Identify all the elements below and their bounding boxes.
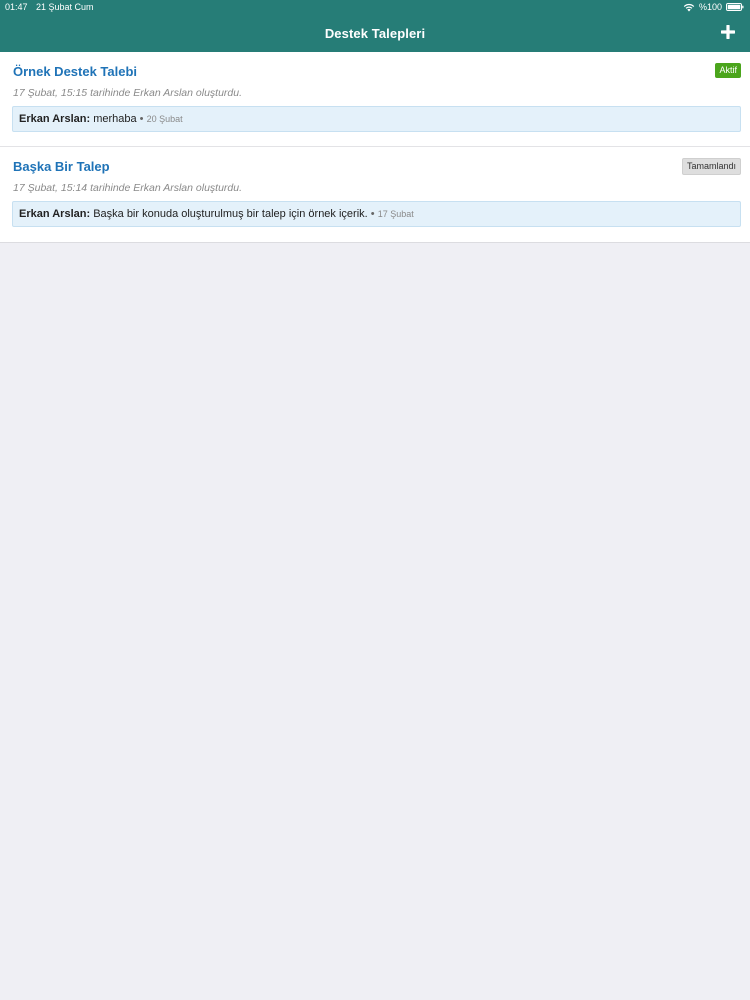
status-badge: Aktif [715,63,741,78]
status-bar: 01:47 21 Şubat Cum %100 [0,0,750,14]
wifi-icon [683,3,695,11]
last-message: Erkan Arslan: Başka bir konuda oluşturul… [12,201,741,227]
status-time: 01:47 [5,2,28,12]
status-date: 21 Şubat Cum [36,2,94,12]
plus-icon[interactable] [718,22,738,42]
ticket-row[interactable]: Örnek Destek Talebi Aktif 17 Şubat, 15:1… [0,52,750,147]
message-date: 17 Şubat [377,209,414,219]
ticket-list: Örnek Destek Talebi Aktif 17 Şubat, 15:1… [0,52,750,243]
status-right: %100 [683,2,744,12]
page-title: Destek Talepleri [324,26,426,41]
message-text: Başka bir konuda oluşturulmuş bir talep … [93,208,368,220]
ticket-meta: 17 Şubat, 15:14 tarihinde Erkan Arslan o… [13,182,243,194]
ticket-title[interactable]: Örnek Destek Talebi [13,64,137,79]
message-author: Erkan Arslan: [19,208,91,220]
message-text: merhaba [93,113,137,125]
battery-icon [726,3,744,11]
navigation-bar: 01:47 21 Şubat Cum %100 Destek Talepleri [0,0,750,52]
ticket-row[interactable]: Başka Bir Talep Tamamlandı 17 Şubat, 15:… [0,147,750,242]
status-badge: Tamamlandı [681,158,741,175]
battery-percent: %100 [698,2,722,12]
ticket-meta: 17 Şubat, 15:15 tarihinde Erkan Arslan o… [13,87,243,99]
message-date: 20 Şubat [146,114,183,124]
message-separator: • [370,208,375,220]
message-separator: • [139,113,144,125]
ticket-title[interactable]: Başka Bir Talep [13,159,110,174]
message-author: Erkan Arslan: [19,113,91,125]
last-message: Erkan Arslan: merhaba • 20 Şubat [12,106,741,132]
